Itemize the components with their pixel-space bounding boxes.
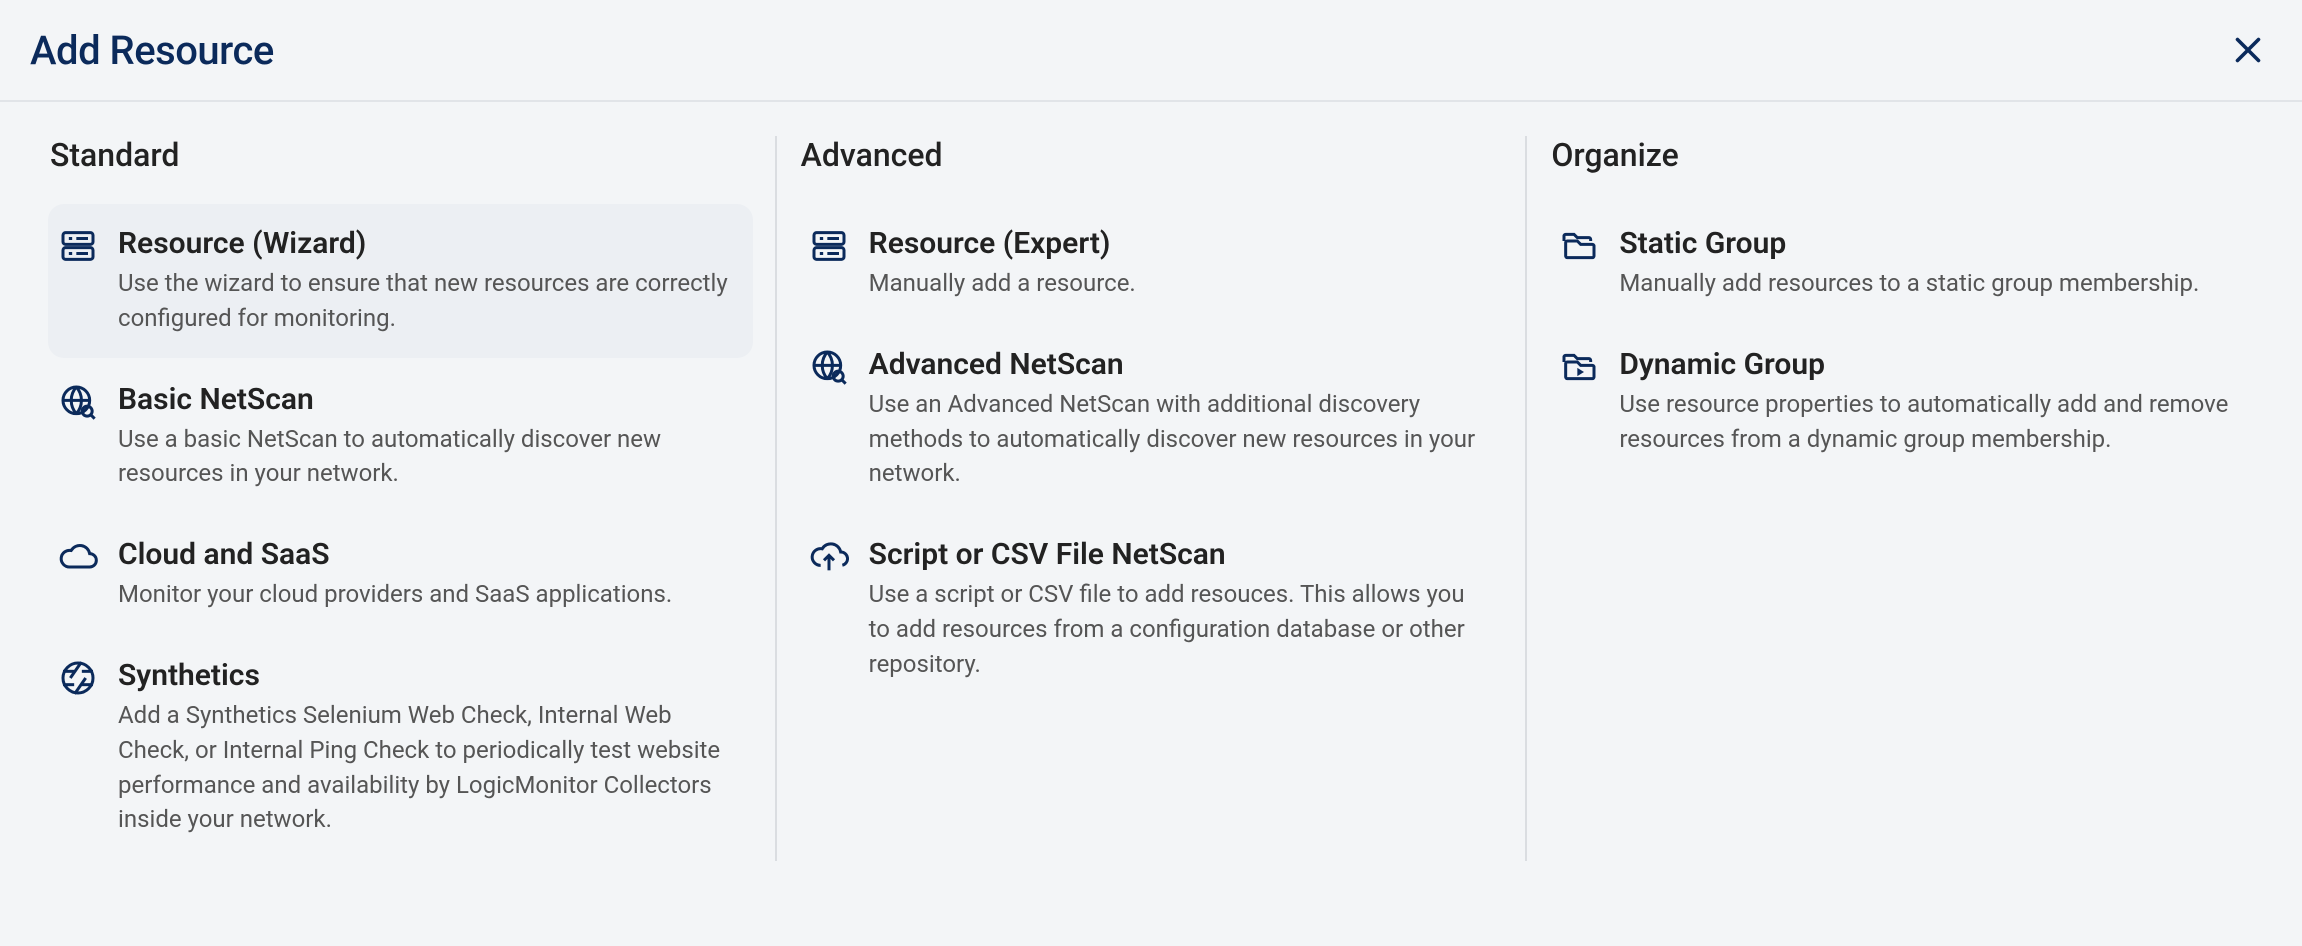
option-title: Resource (Expert) [869, 226, 1486, 262]
option-desc: Use resource properties to automatically… [1619, 387, 2236, 457]
aperture-icon [58, 658, 118, 698]
option-title: Synthetics [118, 658, 735, 694]
option-desc: Add a Synthetics Selenium Web Check, Int… [118, 698, 735, 837]
cloud-icon [58, 537, 118, 577]
option-desc: Use the wizard to ensure that new resour… [118, 266, 735, 336]
option-text: Dynamic Group Use resource properties to… [1619, 347, 2236, 457]
option-text: Resource (Expert) Manually add a resourc… [869, 226, 1486, 301]
option-desc: Use an Advanced NetScan with additional … [869, 387, 1486, 491]
option-title: Basic NetScan [118, 382, 735, 418]
folder-stack-icon [1559, 226, 1619, 266]
option-desc: Monitor your cloud providers and SaaS ap… [118, 577, 735, 612]
option-basic-netscan[interactable]: Basic NetScan Use a basic NetScan to aut… [48, 360, 753, 514]
dialog-body: Standard Resource (Wizard) Use the wizar… [0, 102, 2302, 861]
option-desc: Manually add a resource. [869, 266, 1486, 301]
column-advanced: Advanced Resource (Expert) Manually add … [777, 136, 1528, 861]
folder-play-icon [1559, 347, 1619, 387]
option-title: Dynamic Group [1619, 347, 2236, 383]
option-script-csv-netscan[interactable]: Script or CSV File NetScan Use a script … [799, 515, 1504, 703]
dialog-title: Add Resource [30, 27, 274, 74]
option-static-group[interactable]: Static Group Manually add resources to a… [1549, 204, 2254, 323]
option-desc: Use a script or CSV file to add resouces… [869, 577, 1486, 681]
option-text: Synthetics Add a Synthetics Selenium Web… [118, 658, 735, 837]
option-cloud-saas[interactable]: Cloud and SaaS Monitor your cloud provid… [48, 515, 753, 634]
server-icon [809, 226, 869, 266]
globe-search-icon [809, 347, 869, 387]
option-text: Static Group Manually add resources to a… [1619, 226, 2236, 301]
server-icon [58, 226, 118, 266]
column-heading-standard: Standard [48, 136, 753, 174]
dialog-header: Add Resource [0, 0, 2302, 102]
option-resource-wizard[interactable]: Resource (Wizard) Use the wizard to ensu… [48, 204, 753, 358]
option-title: Static Group [1619, 226, 2236, 262]
column-heading-organize: Organize [1549, 136, 2254, 174]
option-text: Basic NetScan Use a basic NetScan to aut… [118, 382, 735, 492]
cloud-upload-icon [809, 537, 869, 577]
option-synthetics[interactable]: Synthetics Add a Synthetics Selenium Web… [48, 636, 753, 859]
option-dynamic-group[interactable]: Dynamic Group Use resource properties to… [1549, 325, 2254, 479]
add-resource-dialog: Add Resource Standard [0, 0, 2302, 946]
option-desc: Manually add resources to a static group… [1619, 266, 2236, 301]
option-text: Advanced NetScan Use an Advanced NetScan… [869, 347, 1486, 491]
option-title: Script or CSV File NetScan [869, 537, 1486, 573]
option-text: Script or CSV File NetScan Use a script … [869, 537, 1486, 681]
option-text: Cloud and SaaS Monitor your cloud provid… [118, 537, 735, 612]
close-button[interactable] [2224, 26, 2272, 74]
option-resource-expert[interactable]: Resource (Expert) Manually add a resourc… [799, 204, 1504, 323]
option-text: Resource (Wizard) Use the wizard to ensu… [118, 226, 735, 336]
option-title: Resource (Wizard) [118, 226, 735, 262]
option-title: Advanced NetScan [869, 347, 1486, 383]
column-heading-advanced: Advanced [799, 136, 1504, 174]
close-icon [2230, 32, 2266, 68]
column-organize: Organize Static Group Manually add resou… [1527, 136, 2276, 861]
column-standard: Standard Resource (Wizard) Use the wizar… [26, 136, 777, 861]
option-desc: Use a basic NetScan to automatically dis… [118, 422, 735, 492]
option-title: Cloud and SaaS [118, 537, 735, 573]
globe-search-icon [58, 382, 118, 422]
option-advanced-netscan[interactable]: Advanced NetScan Use an Advanced NetScan… [799, 325, 1504, 513]
